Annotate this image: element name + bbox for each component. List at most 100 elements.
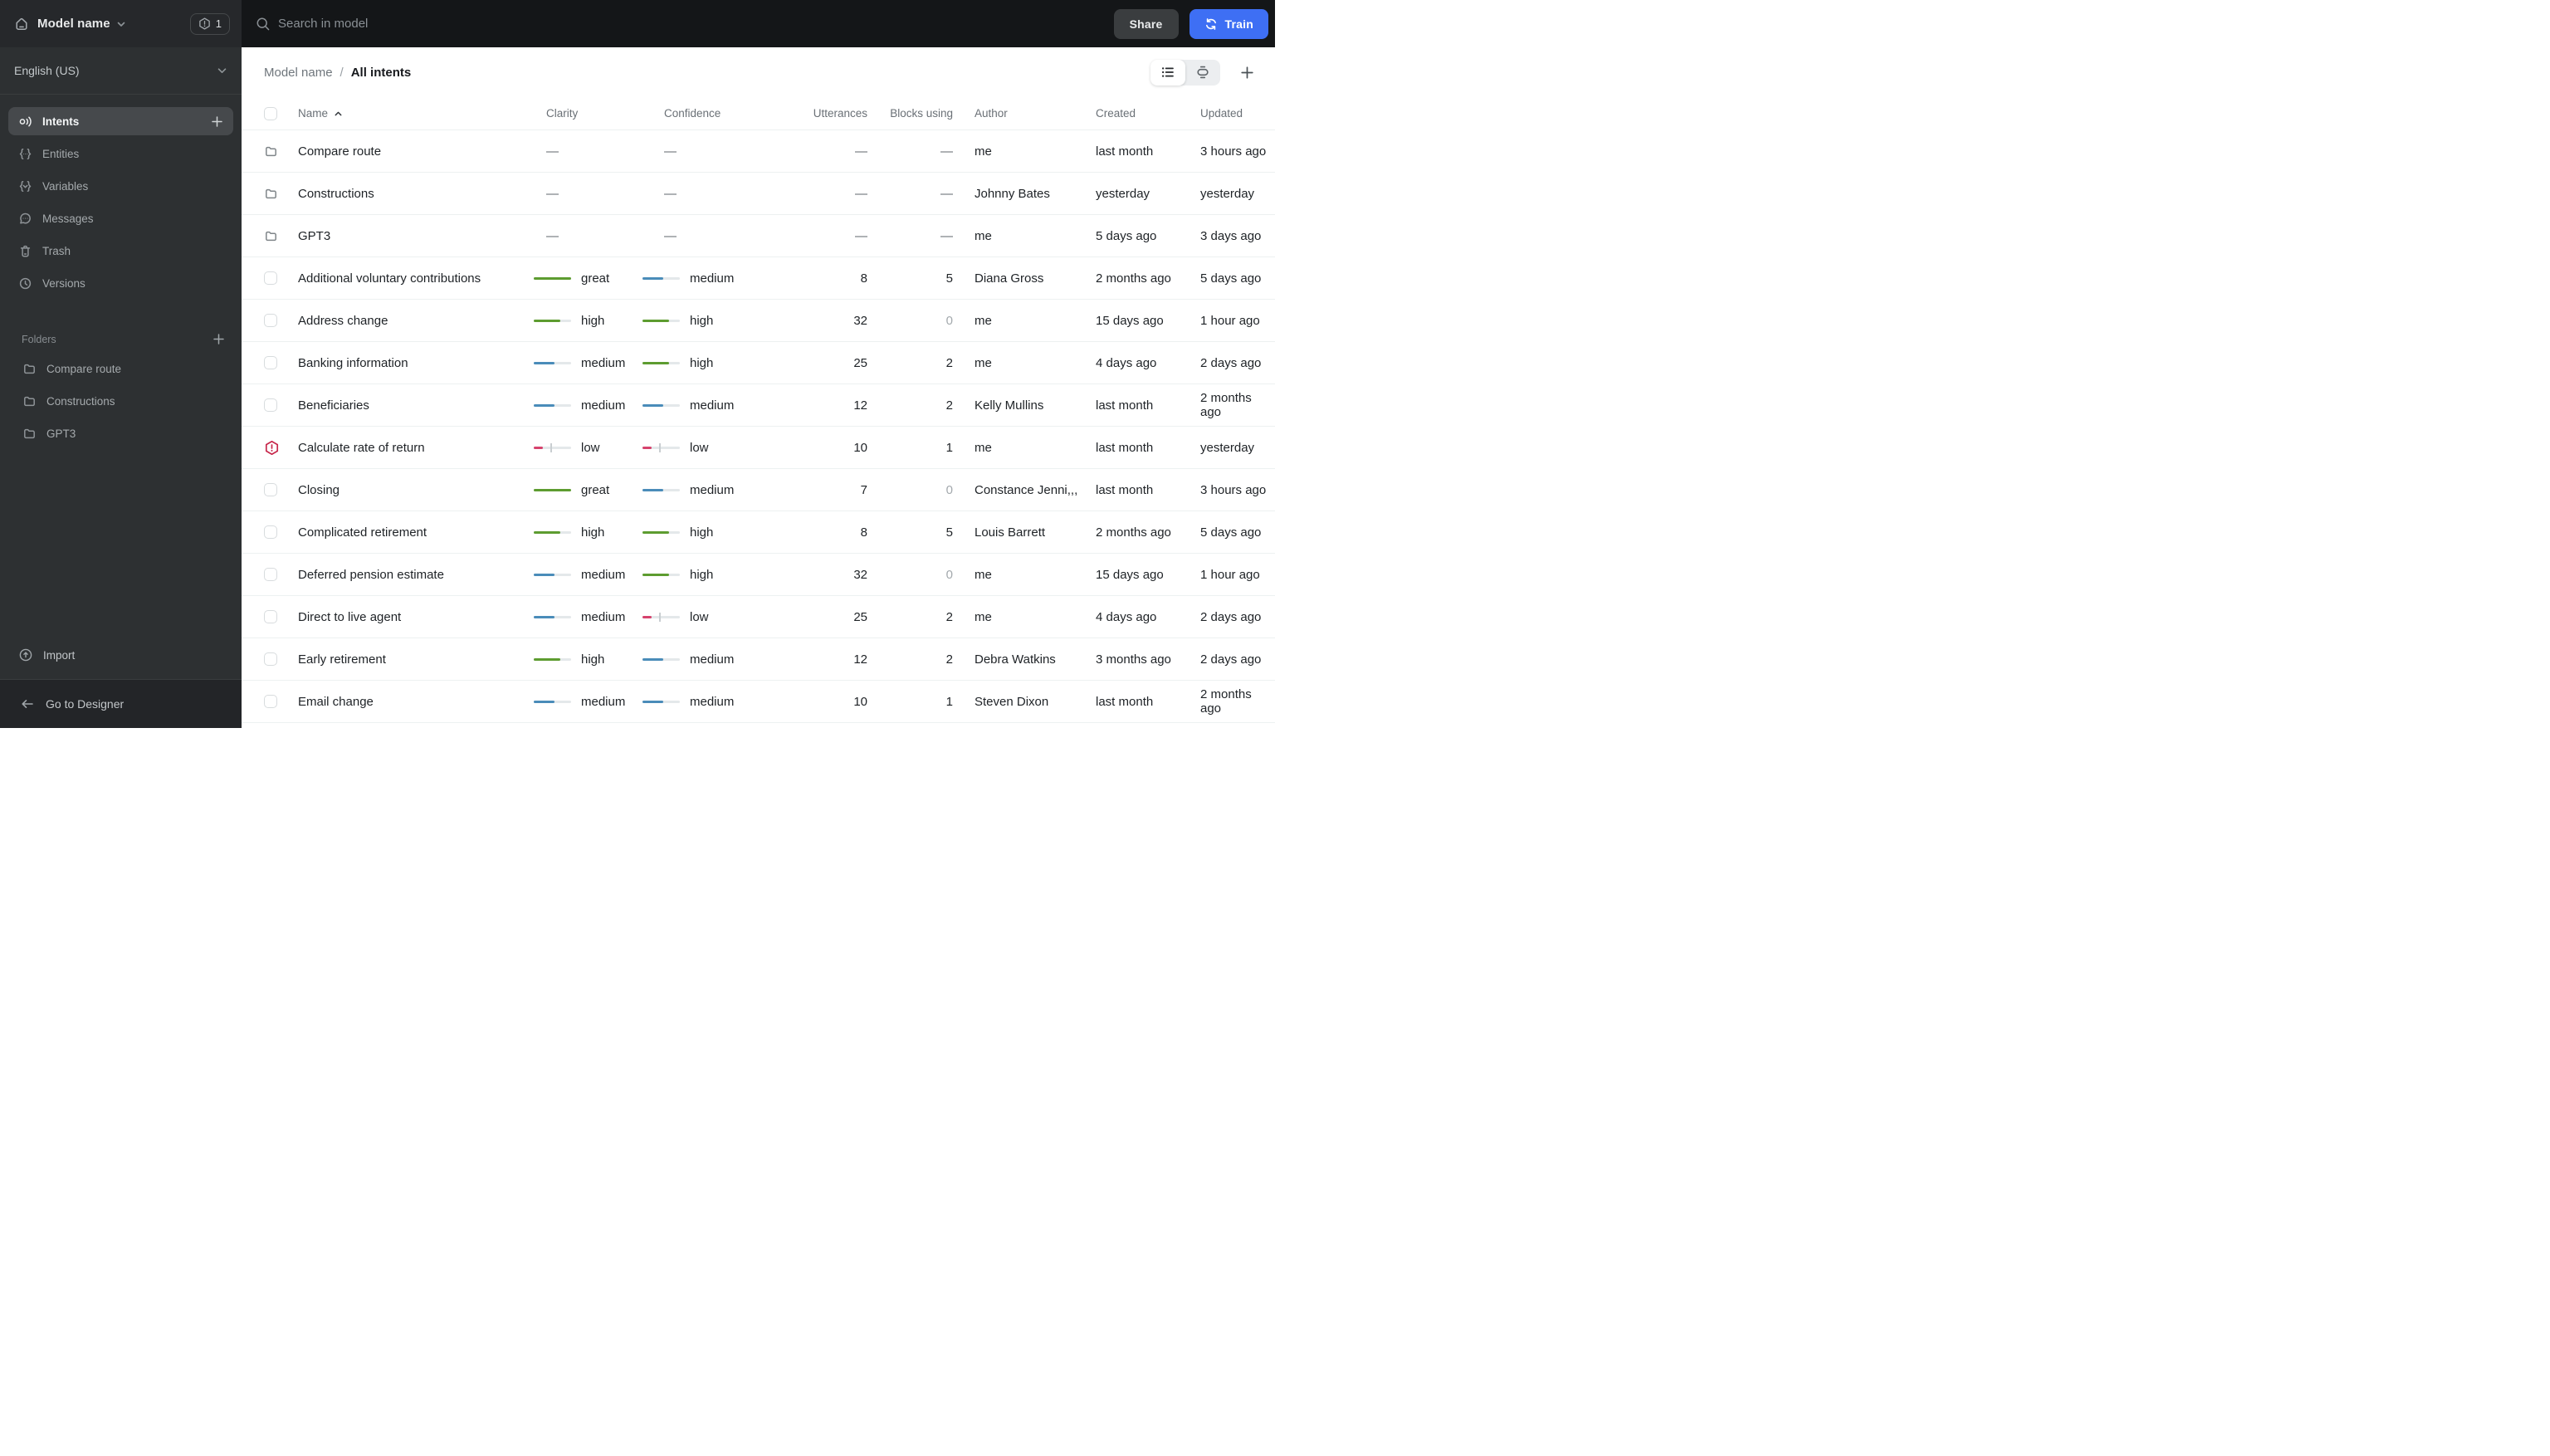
updated-cell: 2 days ago <box>1200 609 1262 624</box>
table-row[interactable]: Banking information medium high 25 2 me 4 days… <box>242 342 1275 384</box>
table-row[interactable]: GPT3 — — — — me 5 days ago 3 days ago <box>242 215 1275 257</box>
sidebar-item-label: Intents <box>42 115 80 128</box>
table-row[interactable]: Additional voluntary contributions great m… <box>242 257 1275 300</box>
intent-name[interactable]: Deferred pension estimate <box>298 568 534 582</box>
row-checkbox[interactable] <box>264 652 277 666</box>
content-toolbar: Model name / All intents <box>242 47 1275 97</box>
intent-name[interactable]: Email change <box>298 695 534 709</box>
table-row[interactable]: Beneficiaries medium medium 12 2 Kelly Mullin… <box>242 384 1275 427</box>
confidence-indicator: medium <box>642 483 760 497</box>
indicator-label: medium <box>690 652 735 667</box>
sidebar-item-variables[interactable]: Variables <box>8 172 233 200</box>
column-header-blocks[interactable]: Blocks using <box>867 107 953 120</box>
table-row[interactable]: Closing great medium 7 0 Constance Jenni,,, la… <box>242 469 1275 511</box>
table-row[interactable]: Complicated retirement high high 8 5 Louis Ba… <box>242 511 1275 554</box>
canvas-view-button[interactable] <box>1185 60 1220 86</box>
add-folder-button[interactable] <box>212 333 225 345</box>
search-bar[interactable]: Search in model <box>256 17 1114 32</box>
blocks-using-count: 0 <box>945 482 953 497</box>
intent-name[interactable]: GPT3 <box>298 229 534 243</box>
clarity-indicator: great <box>534 483 642 497</box>
intent-name[interactable]: Compare route <box>298 144 534 159</box>
confidence-empty: — <box>664 228 677 243</box>
intent-name[interactable]: Direct to live agent <box>298 610 534 624</box>
sidebar-item-versions[interactable]: Versions <box>8 269 233 297</box>
sidebar-item-trash[interactable]: Trash <box>8 237 233 265</box>
column-header-updated[interactable]: Updated <box>1200 107 1270 120</box>
table-row[interactable]: Email change medium medium 10 1 Steven Dixon l… <box>242 681 1275 723</box>
intent-name[interactable]: Closing <box>298 483 534 497</box>
sidebar-folder-item[interactable]: GPT3 <box>0 418 242 450</box>
table-row[interactable]: Compare route — — — — me last month 3 hours ago <box>242 130 1275 173</box>
sidebar-item-messages[interactable]: Messages <box>8 204 233 232</box>
sidebar-item-intents[interactable]: Intents <box>8 107 233 135</box>
column-header-author[interactable]: Author <box>953 107 1096 120</box>
intent-name[interactable]: Calculate rate of return <box>298 441 534 455</box>
top-bar: Model name 1 Search in model Share Train <box>0 0 1275 47</box>
intent-name[interactable]: Complicated retirement <box>298 525 534 540</box>
sidebar-folder-item[interactable]: Constructions <box>0 385 242 418</box>
row-checkbox[interactable] <box>264 525 277 539</box>
chevron-down-icon[interactable] <box>117 22 125 27</box>
column-header-name[interactable]: Name <box>298 107 534 120</box>
breadcrumb-parent[interactable]: Model name <box>264 66 333 80</box>
intent-name[interactable]: Beneficiaries <box>298 398 534 413</box>
column-header-clarity[interactable]: Clarity <box>534 107 642 120</box>
sidebar-folder-item[interactable]: Compare route <box>0 353 242 385</box>
intent-name[interactable]: Address change <box>298 314 534 328</box>
author-cell: Constance Jenni,,, <box>975 482 1078 497</box>
row-checkbox[interactable] <box>264 314 277 327</box>
go-to-designer-button[interactable]: Go to Designer <box>0 679 242 728</box>
add-intents-button[interactable] <box>211 115 223 128</box>
author-cell: me <box>975 609 992 624</box>
clarity-indicator: medium <box>534 695 642 709</box>
folder-icon <box>264 187 298 201</box>
indicator-label: high <box>690 525 714 540</box>
add-intent-button[interactable] <box>1240 66 1254 80</box>
table-row[interactable]: Deferred pension estimate medium high 32 0 me… <box>242 554 1275 596</box>
train-button[interactable]: Train <box>1189 8 1268 39</box>
import-button[interactable]: Import <box>8 641 233 669</box>
indicator-label: high <box>581 313 605 328</box>
updated-cell: 3 hours ago <box>1200 144 1267 159</box>
intent-name[interactable]: Constructions <box>298 187 534 201</box>
created-cell: 2 months ago <box>1096 525 1171 540</box>
blocks-using-count: — <box>940 228 953 243</box>
utterances-count: — <box>855 228 867 243</box>
row-checkbox[interactable] <box>264 398 277 412</box>
column-header-confidence[interactable]: Confidence <box>642 107 760 120</box>
list-view-button[interactable] <box>1150 59 1185 86</box>
indicator-bar <box>534 488 571 491</box>
clarity-indicator: medium <box>534 356 642 370</box>
intent-name[interactable]: Banking information <box>298 356 534 370</box>
table-row[interactable]: Direct to live agent medium low 25 2 me 4 days… <box>242 596 1275 638</box>
model-name[interactable]: Model name <box>37 17 110 31</box>
app-window: Model name 1 Search in model Share Train… <box>0 0 1275 728</box>
row-checkbox[interactable] <box>264 271 277 285</box>
table-row[interactable]: Constructions — — — — Johnny Bates yesterday ye… <box>242 173 1275 215</box>
row-checkbox[interactable] <box>264 483 277 496</box>
share-button[interactable]: Share <box>1113 8 1179 39</box>
sidebar-item-entities[interactable]: Entities <box>8 139 233 168</box>
column-header-created[interactable]: Created <box>1096 107 1200 120</box>
column-header-utterances[interactable]: Utterances <box>760 107 867 120</box>
folder-name: GPT3 <box>46 428 76 440</box>
row-checkbox[interactable] <box>264 695 277 708</box>
chevron-down-icon <box>217 67 227 73</box>
model-warnings-badge[interactable]: 1 <box>189 12 230 35</box>
row-checkbox[interactable] <box>264 610 277 623</box>
created-cell: 3 months ago <box>1096 652 1171 667</box>
language-selector[interactable]: English (US) <box>0 47 242 95</box>
table-row[interactable]: Early retirement high medium 12 2 Debra Watki… <box>242 638 1275 681</box>
blocks-using-count: 0 <box>945 313 953 328</box>
table-row[interactable]: Address change high high 32 0 me 15 days ago 1 … <box>242 300 1275 342</box>
row-checkbox[interactable] <box>264 356 277 369</box>
intent-name[interactable]: Additional voluntary contributions <box>298 271 534 286</box>
row-checkbox[interactable] <box>264 568 277 581</box>
updated-cell: 3 days ago <box>1200 228 1262 243</box>
intent-name[interactable]: Early retirement <box>298 652 534 667</box>
clarity-empty: — <box>546 144 559 159</box>
select-all-checkbox[interactable] <box>264 106 277 120</box>
indicator-bar <box>534 530 571 534</box>
table-row[interactable]: Calculate rate of return low low 10 1 me last … <box>242 427 1275 469</box>
